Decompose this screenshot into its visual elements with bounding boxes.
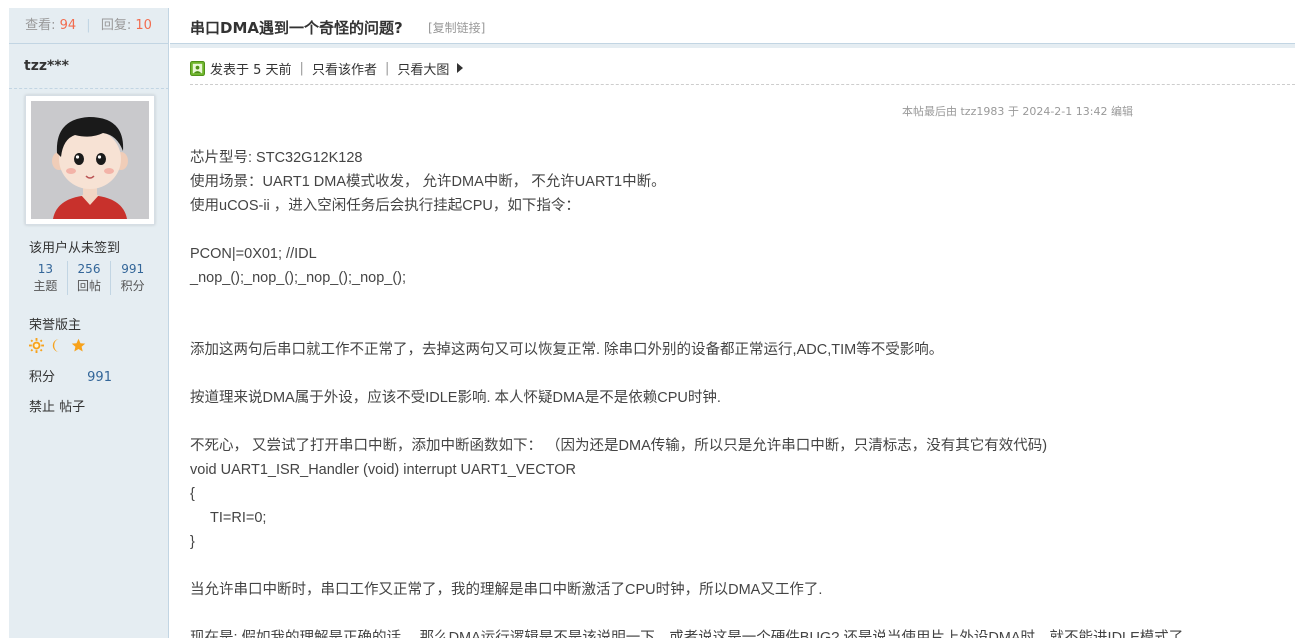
user-level-icons xyxy=(29,338,86,353)
code-line: _nop_();_nop_();_nop_();_nop_(); xyxy=(190,270,407,286)
count-label: 积分 xyxy=(120,279,145,293)
content-line: 按道理来说DMA属于外设，应该不受IDLE影响. 本人怀疑DMA是不是依赖CPU… xyxy=(190,390,721,406)
views-label: 查看: xyxy=(25,18,56,33)
views-count: 94 xyxy=(59,18,77,33)
copy-link-button[interactable]: [复制链接] xyxy=(428,19,485,36)
online-status-icon xyxy=(190,60,205,76)
ban-post-link[interactable]: 禁止 帖子 xyxy=(29,396,85,415)
count-label: 回帖 xyxy=(77,279,102,293)
thread-title-bar: 串口DMA遇到一个奇怪的问题? [复制链接] xyxy=(170,8,1295,44)
meta-divider: | xyxy=(384,60,390,76)
count-value: 256 xyxy=(77,262,101,276)
edit-note: 本帖最后由 tzz1983 于 2024-2-1 13:42 编辑 xyxy=(902,105,1133,118)
code-line: { xyxy=(190,486,195,502)
count-points[interactable]: 991 积分 xyxy=(110,261,154,295)
author-username[interactable]: tzz*** xyxy=(24,58,69,74)
thread-stats: 查看: 94 | 回复: 10 xyxy=(9,8,168,44)
meta-divider-line xyxy=(190,84,1295,85)
stats-divider: | xyxy=(86,18,91,33)
avatar[interactable] xyxy=(25,95,155,225)
user-counts: 13 主题 256 回帖 991 积分 xyxy=(24,261,154,295)
user-sidebar: 查看: 94 | 回复: 10 tzz*** 该用户从未签到 13 主题 256… xyxy=(9,8,169,638)
user-divider xyxy=(9,88,169,89)
meta-divider: | xyxy=(299,60,304,76)
code-line: } xyxy=(190,534,195,550)
count-posts[interactable]: 256 回帖 xyxy=(66,261,111,295)
count-value: 13 xyxy=(37,262,53,276)
points-value: 991 xyxy=(87,370,112,385)
content-line: 当允许串口中断时，串口工作又正常了，我的理解是串口中断激活了CPU时钟，所以DM… xyxy=(190,582,823,598)
content-line: 芯片型号: STC32G12K128 xyxy=(190,150,363,166)
content-line: 使用uCOS-ii ，进入空闲任务后会执行挂起CPU，如下指令： xyxy=(190,198,580,214)
star-icon xyxy=(71,338,86,352)
replies-count: 10 xyxy=(135,18,152,33)
moon-icon xyxy=(52,338,60,353)
author-only-link[interactable]: 只看该作者 xyxy=(312,59,377,78)
code-line: TI=RI=0; xyxy=(210,510,267,526)
content-line: 现在是: 假如我的理解是正确的话， 那么DMA运行逻辑是不是该说明一下，或者说这… xyxy=(190,630,1184,638)
title-divider xyxy=(170,44,1295,48)
sun-icon xyxy=(29,338,44,353)
content-line: 添加这两句后串口就工作不正常了，去掉这两句又可以恢复正常. 除串口外别的设备都正… xyxy=(190,342,944,358)
count-label: 主题 xyxy=(33,279,58,293)
count-topics[interactable]: 13 主题 xyxy=(24,261,67,295)
user-points: 积分 991 xyxy=(29,366,112,385)
points-label: 积分 xyxy=(29,370,56,385)
arrow-right-icon xyxy=(457,63,464,73)
thread-title: 串口DMA遇到一个奇怪的问题? xyxy=(190,19,403,37)
code-line: PCON|=0X01; //IDL xyxy=(190,246,317,262)
replies-label: 回复: xyxy=(100,18,132,33)
big-image-link[interactable]: 只看大图 xyxy=(397,59,449,78)
user-group[interactable]: 荣誉版主 xyxy=(29,314,81,333)
count-value: 991 xyxy=(121,262,145,276)
content-line: 使用场景：UART1 DMA模式收发， 允许DMA中断， 不允许UART1中断。 xyxy=(190,174,666,190)
code-line: void UART1_ISR_Handler (void) interrupt … xyxy=(190,462,577,478)
avatar-image xyxy=(31,101,149,219)
post-content: 芯片型号: STC32G12K128 使用场景：UART1 DMA模式收发， 允… xyxy=(190,146,1295,638)
post-time: 发表于 5 天前 xyxy=(210,62,292,78)
content-line: 不死心， 又尝试了打开串口中断，添加中断函数如下： （因为还是DMA传输，所以只… xyxy=(190,438,1048,454)
post-meta: 发表于 5 天前 | 只看该作者 | 只看大图 xyxy=(190,58,465,78)
sign-in-status: 该用户从未签到 xyxy=(29,241,121,256)
